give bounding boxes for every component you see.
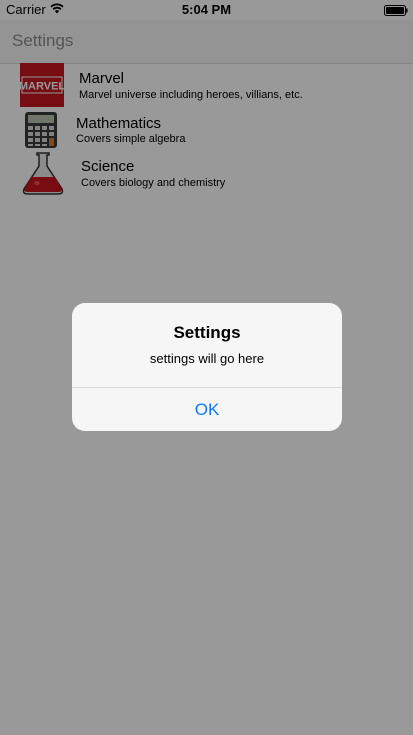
ok-button[interactable]: OK bbox=[72, 388, 342, 431]
alert-title: Settings bbox=[173, 323, 241, 342]
alert-message: settings will go here bbox=[149, 351, 265, 366]
settings-alert: Settings settings will go here OK bbox=[72, 303, 342, 431]
